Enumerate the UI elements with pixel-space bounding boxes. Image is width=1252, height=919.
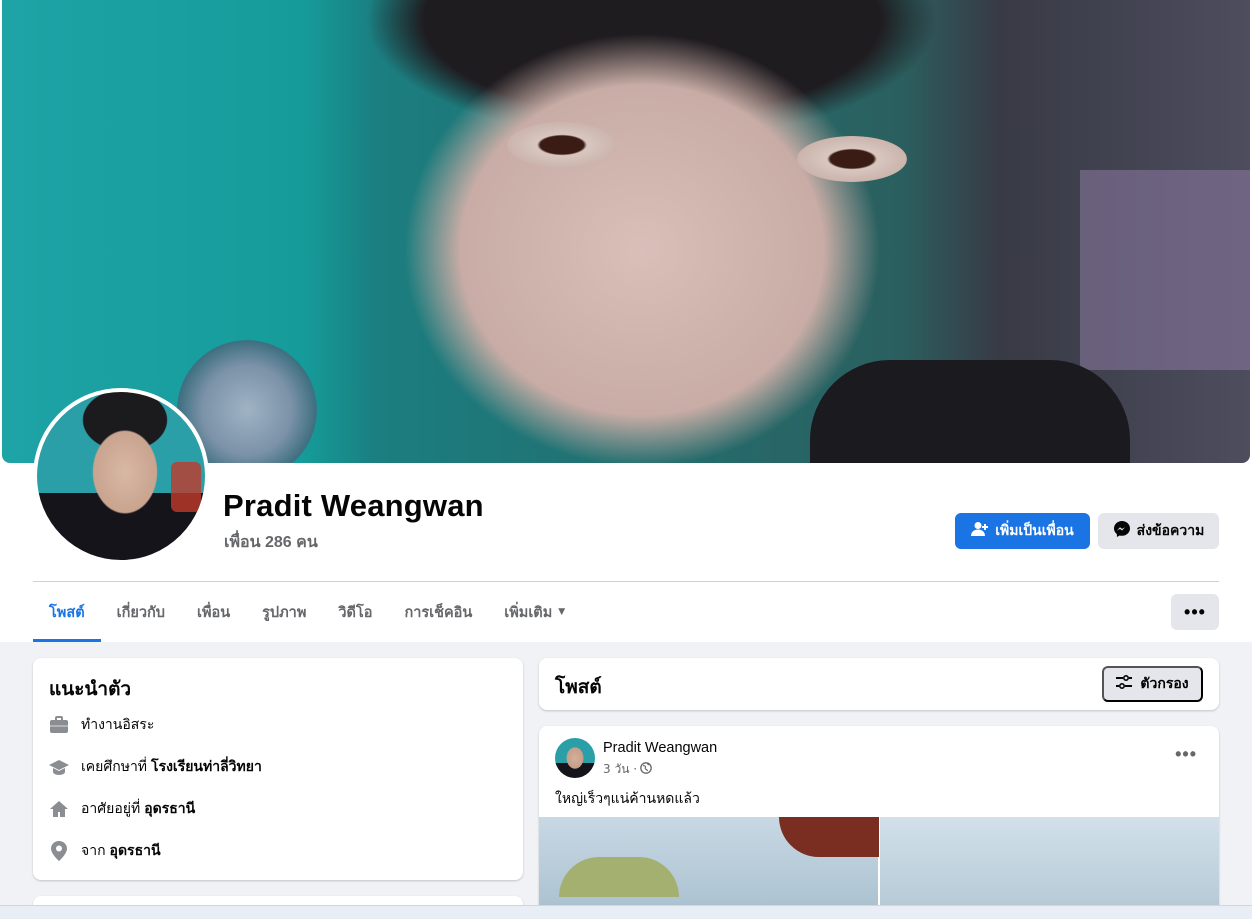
intro-education-school[interactable]: โรงเรียนท่าลี่วิทยา [151,756,262,778]
intro-item-education: เคยศึกษาที่ โรงเรียนท่าลี่วิทยา [49,756,262,778]
messenger-icon [1113,520,1131,542]
message-button[interactable]: ส่งข้อความ [1098,513,1219,549]
post-author-name[interactable]: Pradit Weangwan [603,740,717,756]
intro-lives-city[interactable]: อุดรธานี [144,798,195,820]
tab-photos[interactable]: รูปภาพ [246,582,322,642]
cover-shirt [810,360,1130,463]
filter-button[interactable]: ตัวกรอง [1102,666,1203,702]
message-label: ส่งข้อความ [1136,523,1205,539]
filter-label: ตัวกรอง [1140,676,1189,692]
post-meta: 3 วัน · [603,760,652,779]
profile-name: Pradit Weangwan [223,488,484,523]
intro-from-city[interactable]: อุดรธานี [110,840,161,862]
intro-item-lives: อาศัยอยู่ที่ อุดรธานี [49,798,195,820]
intro-item-work: ทำงานอิสระ [49,714,154,736]
post-text: ใหญ่เร็วๆแน่ค้านหดแล้ว [555,791,700,807]
post-options-button[interactable]: ••• [1175,744,1197,765]
post-timestamp[interactable]: 3 วัน · [603,760,637,779]
add-friend-button[interactable]: เพิ่มเป็นเพื่อน [955,513,1090,549]
intro-from-text: จาก [81,843,106,859]
intro-item-from: จาก อุดรธานี [49,840,161,862]
profile-tabs: โพสต์ เกี่ยวกับ เพื่อน รูปภาพ วิดีโอ การ… [33,582,581,642]
avatar-chair [171,462,201,512]
filter-icon [1116,674,1133,693]
more-options-button[interactable]: ••• [1171,594,1219,630]
location-pin-icon [49,841,69,861]
home-icon [49,799,69,819]
profile-avatar[interactable] [33,388,209,564]
intro-lives-text: อาศัยอยู่ที่ [81,801,141,817]
intro-work-text: ทำงานอิสระ [81,717,155,733]
cover-left-eye [507,122,617,168]
photo-roof [779,817,879,857]
tab-posts[interactable]: โพสต์ [33,582,101,642]
cover-shelf [1080,170,1250,370]
post-photo-2[interactable] [880,817,1219,919]
chevron-down-icon: ▼ [558,607,566,617]
tab-about[interactable]: เกี่ยวกับ [101,582,181,642]
cover-right-eye [797,136,907,182]
tab-more[interactable]: เพิ่มเติม ▼ [488,582,581,642]
graduation-cap-icon [49,757,69,777]
os-taskbar [0,905,1252,919]
photo-umbrella [559,857,679,897]
globe-icon [640,762,652,777]
intro-title: แนะนำตัว [49,678,132,700]
add-friend-label: เพิ่มเป็นเพื่อน [995,523,1074,539]
cover-photo[interactable] [2,0,1250,463]
profile-header: Pradit Weangwan เพื่อน 286 คน เพิ่มเป็นเ… [0,0,1252,642]
post-photo-1[interactable] [539,817,879,919]
briefcase-icon [49,715,69,735]
add-friend-icon [971,521,989,541]
intro-card: แนะนำตัว ทำงานอิสระ เคยศึกษาที่ โรงเรียน… [33,658,523,880]
post-author-avatar[interactable] [555,738,595,778]
posts-title: โพสต์ [555,676,602,698]
post-card: Pradit Weangwan 3 วัน · ••• ใหญ่เร็วๆแน่… [539,726,1219,919]
tab-videos[interactable]: วิดีโอ [322,582,388,642]
tab-friends[interactable]: เพื่อน [181,582,246,642]
intro-education-text: เคยศึกษาที่ [81,759,148,775]
posts-header-card: โพสต์ ตัวกรอง [539,658,1219,710]
friend-count[interactable]: เพื่อน 286 คน [224,530,318,555]
tab-checkins[interactable]: การเช็คอิน [388,582,488,642]
